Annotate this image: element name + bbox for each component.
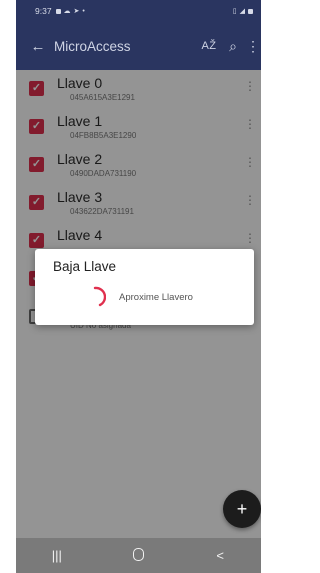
dialog-title: Baja Llave: [53, 259, 117, 274]
progress-dialog: Baja Llave Aproxime Llavero: [35, 249, 254, 325]
status-dot: •: [82, 7, 85, 15]
status-bar: 9:37 ☁ ➤ • ▯ ◢: [16, 0, 261, 22]
back-arrow-icon[interactable]: ←: [22, 38, 54, 55]
app-bar: ← MicroAccess AŽ ⌕ ⋮: [16, 22, 261, 70]
status-left-icons: ☁ ➤ •: [55, 7, 85, 15]
app-title: MicroAccess: [54, 38, 131, 54]
dialog-message: Aproxime Llavero: [119, 292, 193, 303]
status-time: 9:37: [35, 6, 52, 16]
status-right-icons: ▯ ◢: [233, 7, 253, 15]
image-icon: [55, 8, 61, 14]
sort-az-icon[interactable]: AŽ: [197, 40, 221, 52]
home-icon: [132, 547, 144, 561]
signal-icon: ◢: [239, 8, 245, 15]
cloud-icon: ☁: [63, 8, 71, 15]
add-key-button[interactable]: +: [223, 490, 261, 528]
overflow-menu-icon[interactable]: ⋮: [245, 38, 261, 55]
nav-back-button[interactable]: <: [195, 548, 245, 563]
search-icon[interactable]: ⌕: [221, 38, 245, 55]
vibrate-icon: ▯: [232, 8, 237, 15]
navigation-icon: ➤: [73, 8, 80, 15]
system-nav-bar: ||| <: [16, 538, 261, 573]
battery-icon: [248, 8, 253, 14]
recents-button[interactable]: |||: [32, 548, 82, 563]
phone-screen: 9:37 ☁ ➤ • ▯ ◢ ← MicroAccess AŽ ⌕ ⋮ ✓ Ll…: [16, 0, 261, 573]
home-button[interactable]: [113, 547, 163, 564]
loading-spinner-icon: [93, 286, 106, 307]
